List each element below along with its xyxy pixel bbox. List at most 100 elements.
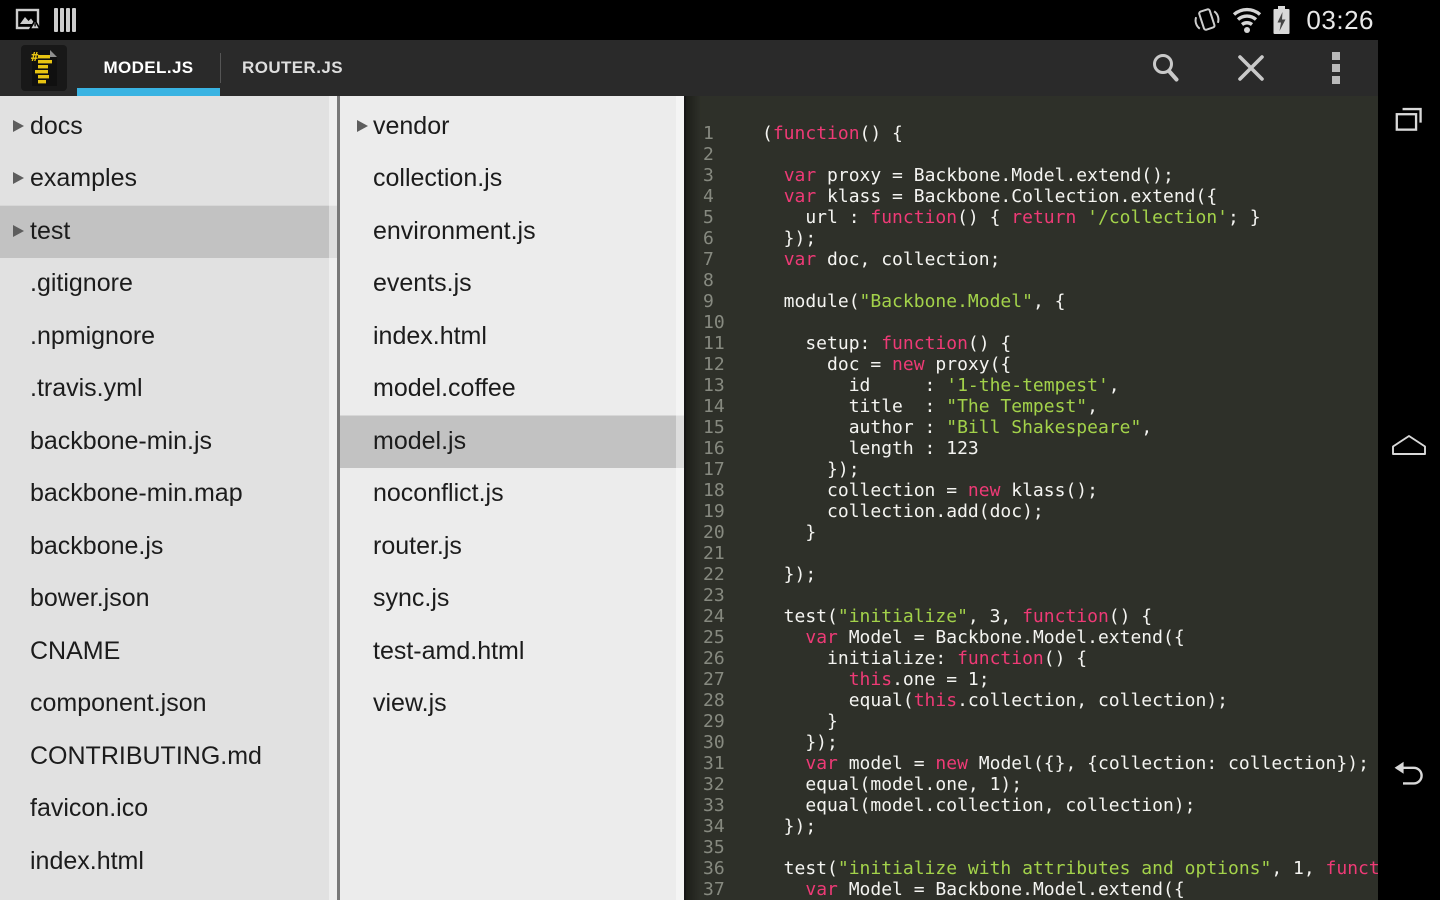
file-row[interactable]: view.js <box>340 678 684 731</box>
line-number: 35 <box>703 837 725 858</box>
file-row[interactable]: CNAME <box>0 625 337 678</box>
line-number: 34 <box>703 816 725 837</box>
file-row[interactable]: favicon.ico <box>0 783 337 836</box>
code-line: 11 setup: function() { <box>686 333 1378 354</box>
code-text: var doc, collection; <box>783 249 1001 270</box>
file-row[interactable]: model.js <box>340 415 684 468</box>
overflow-menu-icon <box>1331 51 1341 85</box>
file-row[interactable]: environment.js <box>340 205 684 258</box>
file-row[interactable]: index.html <box>0 835 337 888</box>
code-text: equal(this.collection, collection); <box>762 690 1229 711</box>
code-line: 36 test("initialize with attributes and … <box>686 858 1378 879</box>
code-line: 12 doc = new proxy({ <box>686 354 1378 375</box>
line-number: 18 <box>703 480 725 501</box>
app-icon[interactable]: # <box>21 45 67 91</box>
file-row[interactable]: index.html <box>340 310 684 363</box>
tab-model-js[interactable]: MODEL.JS <box>77 40 220 96</box>
file-row[interactable]: sync.js <box>340 573 684 626</box>
line-number: 22 <box>703 564 725 585</box>
code-text: this.one = 1; <box>848 669 990 690</box>
line-number: 1 <box>703 123 714 144</box>
code-text: }); <box>762 732 838 753</box>
file-row[interactable]: model.coffee <box>340 363 684 416</box>
line-number: 33 <box>703 795 725 816</box>
file-row[interactable]: noconflict.js <box>340 468 684 521</box>
folder-contents-panel[interactable]: vendor collection.js environment.js even… <box>340 96 686 900</box>
file-row[interactable]: bower.json <box>0 573 337 626</box>
folder-row[interactable]: vendor <box>340 100 684 153</box>
code-line: 21 <box>686 543 1378 564</box>
folder-row[interactable]: docs <box>0 100 337 153</box>
file-row[interactable]: CONTRIBUTING.md <box>0 730 337 783</box>
code-line: 26 initialize: function() { <box>686 648 1378 669</box>
file-row[interactable]: component.json <box>0 678 337 731</box>
line-number: 3 <box>703 165 714 186</box>
code-text: module("Backbone.Model", { <box>762 291 1066 312</box>
code-line: 15 author : "Bill Shakespeare", <box>686 417 1378 438</box>
file-tree-panel[interactable]: docs examples test .gitignore .npmignore… <box>0 96 340 900</box>
code-line: 32 equal(model.one, 1); <box>686 774 1378 795</box>
close-button[interactable] <box>1208 40 1293 96</box>
line-number: 29 <box>703 711 725 732</box>
code-line: 17 }); <box>686 459 1378 480</box>
file-row[interactable]: .npmignore <box>0 310 337 363</box>
file-row[interactable]: collection.js <box>340 153 684 206</box>
file-name-label: test <box>30 216 71 245</box>
code-text: equal(model.collection, collection); <box>762 795 1196 816</box>
home-button[interactable] <box>1389 425 1429 465</box>
file-name-label: collection.js <box>373 164 503 193</box>
battery-charging-icon <box>1272 5 1291 35</box>
file-row[interactable]: router.js <box>340 520 684 573</box>
file-name-label: bower.json <box>30 584 150 613</box>
code-text: url : function() { return '/collection';… <box>762 207 1261 228</box>
back-button[interactable] <box>1389 755 1429 795</box>
file-row[interactable]: backbone-min.map <box>0 468 337 521</box>
code-text: }); <box>762 228 817 249</box>
file-name-label: backbone-min.map <box>30 479 243 508</box>
code-line: 22 }); <box>686 564 1378 585</box>
file-name-label: events.js <box>373 269 472 298</box>
recent-apps-button[interactable] <box>1389 100 1429 140</box>
line-number: 26 <box>703 648 725 669</box>
line-number: 6 <box>703 228 714 249</box>
file-row[interactable]: test-amd.html <box>340 625 684 678</box>
line-number: 20 <box>703 522 725 543</box>
code-line: 18 collection = new klass(); <box>686 480 1378 501</box>
code-line: 25 var Model = Backbone.Model.extend({ <box>686 627 1378 648</box>
code-text: }); <box>762 459 860 480</box>
wifi-icon <box>1231 7 1263 34</box>
code-text: var klass = Backbone.Collection.extend({ <box>783 186 1218 207</box>
line-number: 25 <box>703 627 725 648</box>
code-line: 3 var proxy = Backbone.Model.extend(); <box>686 165 1378 186</box>
code-editor[interactable]: 1 (function() {2 3 var proxy = Backbone.Mo… <box>686 96 1378 900</box>
file-row[interactable]: backbone-min.js <box>0 415 337 468</box>
folder-row[interactable]: test <box>0 205 337 258</box>
overflow-menu-button[interactable] <box>1293 40 1378 96</box>
file-row[interactable]: events.js <box>340 258 684 311</box>
code-line: 35 <box>686 837 1378 858</box>
code-line: 2 <box>686 144 1378 165</box>
folder-expand-icon <box>13 119 24 132</box>
line-number: 2 <box>703 144 714 165</box>
line-number: 21 <box>703 543 725 564</box>
code-line: 33 equal(model.collection, collection); <box>686 795 1378 816</box>
line-number: 27 <box>703 669 725 690</box>
line-number: 30 <box>703 732 725 753</box>
code-line: 13 id : '1-the-tempest', <box>686 375 1378 396</box>
code-line: 8 <box>686 270 1378 291</box>
file-row[interactable]: .travis.yml <box>0 363 337 416</box>
code-text: var model = new Model({}, {collection: c… <box>805 753 1369 774</box>
code-text: equal(model.one, 1); <box>762 774 1023 795</box>
line-number: 17 <box>703 459 725 480</box>
line-number: 36 <box>703 858 725 879</box>
recent-apps-icon <box>1391 102 1427 138</box>
code-line: 27 this.one = 1; <box>686 669 1378 690</box>
folder-row[interactable]: examples <box>0 153 337 206</box>
file-row[interactable]: backbone.js <box>0 520 337 573</box>
file-row[interactable]: .gitignore <box>0 258 337 311</box>
close-icon <box>1235 52 1267 84</box>
search-button[interactable] <box>1123 40 1208 96</box>
tab-router-js[interactable]: ROUTER.JS <box>221 40 364 96</box>
code-line: 14 title : "The Tempest", <box>686 396 1378 417</box>
file-name-label: CONTRIBUTING.md <box>30 741 262 770</box>
